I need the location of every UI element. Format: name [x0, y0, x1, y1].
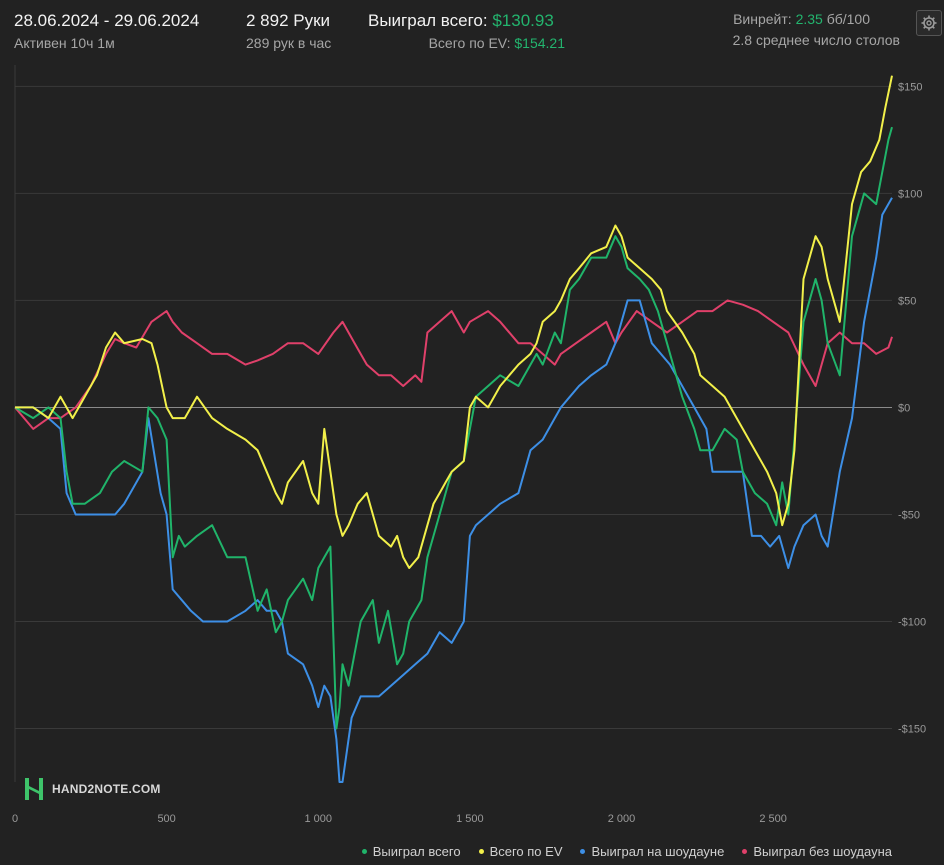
- legend-dot-icon: [361, 849, 367, 854]
- x-tick-label: 2 500: [759, 813, 787, 825]
- date-range: 28.06.2024 - 29.06.2024: [14, 11, 200, 30]
- x-tick-label: 1 500: [456, 813, 484, 825]
- y-tick-label: $100: [898, 188, 922, 200]
- legend-label: Всего по EV: [489, 844, 563, 859]
- winrate-label: Винрейт:: [733, 11, 792, 27]
- legend-label: Выиграл всего: [372, 844, 461, 859]
- winrate-unit: бб/100: [826, 11, 870, 27]
- y-tick-label: -$50: [898, 509, 920, 521]
- winrate-value: 2.35: [795, 11, 823, 27]
- y-tick-label: $50: [898, 295, 916, 307]
- y-tick-label: -$150: [898, 723, 926, 735]
- y-tick-label: $150: [898, 81, 922, 93]
- series-line-1: [15, 75, 893, 569]
- y-tick-label: -$100: [898, 616, 926, 628]
- gear-icon: [921, 15, 937, 31]
- legend-dot-icon: [580, 849, 586, 854]
- legend-item-0[interactable]: Выиграл всего: [361, 844, 461, 859]
- x-tick-label: 0: [12, 813, 18, 825]
- logo-text: HAND2NOTE.COM: [52, 782, 161, 796]
- hands-per-hour: 289 рук в час: [246, 35, 332, 51]
- y-tick-label: $0: [898, 402, 910, 414]
- legend-dot-icon: [478, 849, 484, 854]
- avg-tables: 2.8 среднее число столов: [732, 32, 900, 48]
- legend-item-1[interactable]: Всего по EV: [478, 844, 563, 859]
- series-line-3: [14, 299, 893, 430]
- profit-chart: $150 $100 $50 $0 -$50 -$100 -$150 0 500 1 000 1 50…: [0, 60, 944, 840]
- hand2note-logo: HAND2NOTE.COM: [24, 777, 161, 801]
- settings-button[interactable]: [916, 10, 942, 36]
- hands-count: 2 892 Руки: [246, 11, 331, 30]
- won-total-label: Выиграл всего:: [368, 11, 488, 30]
- series-line-2: [15, 197, 893, 783]
- winrate-stat: Винрейт: 2.35 бб/100: [733, 11, 870, 27]
- legend-item-2[interactable]: Выиграл на шоудауне: [580, 844, 724, 859]
- x-tick-label: 1 000: [304, 813, 332, 825]
- ev-total-value: $154.21: [514, 35, 565, 51]
- ev-total-stat: Всего по EV: $154.21: [429, 35, 565, 51]
- chart-legend: Выиграл всего Всего по EV Выиграл на шоуда…: [361, 844, 892, 859]
- legend-dot-icon: [742, 849, 748, 854]
- x-tick-label: 2 000: [608, 813, 636, 825]
- active-time: Активен 10ч 1м: [14, 35, 115, 51]
- hand2note-logo-icon: [25, 778, 43, 800]
- ev-total-label: Всего по EV:: [428, 35, 511, 51]
- chart-svg: $150 $100 $50 $0 -$50 -$100 -$150 0 500 1 000 1 50…: [12, 65, 926, 825]
- series-lines: [14, 75, 893, 783]
- legend-label: Выиграл на шоудауне: [591, 844, 725, 859]
- won-total-value: $130.93: [492, 11, 554, 30]
- won-total-stat: Выиграл всего: $130.93: [368, 11, 554, 31]
- x-tick-label: 500: [157, 813, 175, 825]
- legend-item-3[interactable]: Выиграл без шоудауна: [742, 844, 892, 859]
- legend-label: Выиграл без шоудауна: [753, 844, 892, 859]
